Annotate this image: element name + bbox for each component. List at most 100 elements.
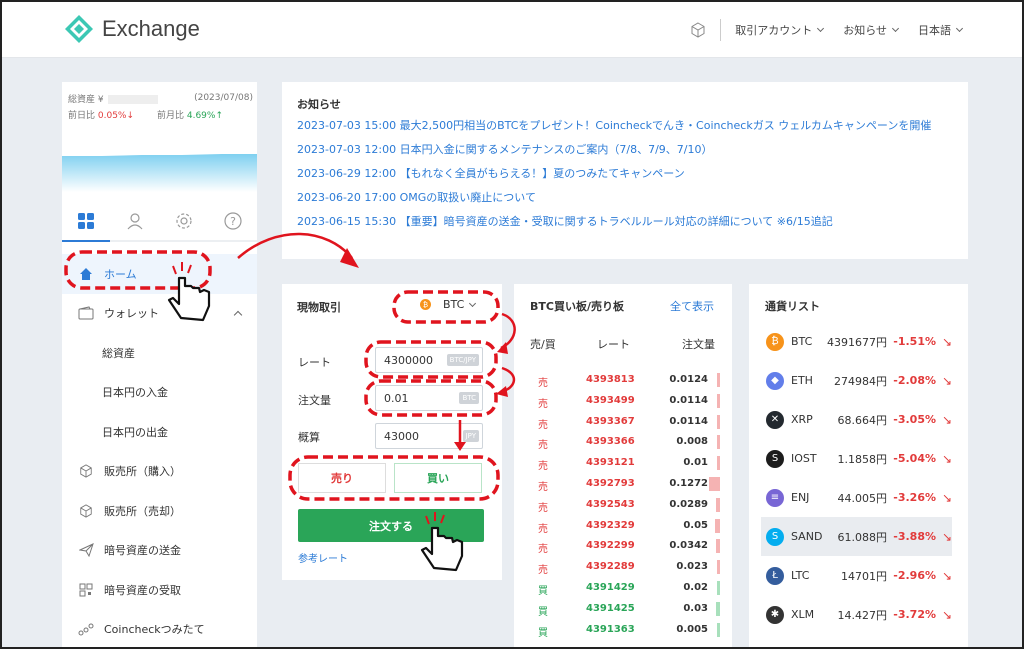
depth-bar	[717, 456, 720, 471]
trend-down-icon: ↘	[941, 412, 952, 427]
news-link[interactable]: 2023-06-15 15:30 【重要】暗号資産の送金・受取に関するトラベルル…	[297, 215, 953, 228]
order-book-row[interactable]: 売 4393813 0.0124	[514, 370, 732, 391]
order-book-row[interactable]: 売 4393499 0.0114	[514, 391, 732, 412]
chevron-up-icon[interactable]	[233, 311, 243, 320]
order-qty: 0.03	[683, 602, 708, 614]
order-rate: 4392299	[586, 540, 635, 552]
rate-input[interactable]: 4300000 BTC/JPY	[375, 347, 483, 373]
arrow-rate-to-amount	[500, 366, 516, 394]
coin-symbol: LTC	[791, 569, 810, 582]
arrow-select-to-rate	[500, 312, 516, 350]
order-qty: 0.0114	[669, 415, 708, 427]
sidebar-item-tsumitate[interactable]: Coincheckつみたて	[62, 610, 257, 648]
order-qty: 0.01	[683, 457, 708, 469]
coin-row-ltc[interactable]: Ł LTC 14701円 -2.96% ↘	[749, 556, 968, 595]
order-qty: 0.0124	[669, 374, 708, 385]
news-link[interactable]: 2023-07-03 12:00 日本円入金に関するメンテナンスのご案内（7/8…	[297, 143, 953, 156]
tab-indicator	[62, 240, 257, 242]
order-book-row[interactable]: 売 4393366 0.008	[514, 432, 732, 453]
depth-bar	[717, 560, 720, 575]
sidebar-item-home[interactable]: ホーム	[62, 254, 257, 294]
trend-down-icon: ↘	[941, 451, 952, 466]
ltc-icon: Ł	[766, 566, 784, 585]
depth-bar	[717, 373, 720, 387]
order-book-row[interactable]: 売 4393121 0.01	[514, 453, 732, 474]
cube-icon[interactable]	[690, 22, 706, 38]
amount-input[interactable]: 0.01 BTC	[375, 385, 483, 411]
coin-price: 274984円	[834, 374, 887, 388]
order-book-row[interactable]: 売 4393367 0.0114	[514, 412, 732, 433]
order-side: 売	[538, 378, 548, 389]
sidebar-item-jpy-deposit[interactable]: 日本円の入金	[62, 373, 257, 413]
nav-news[interactable]: お知らせ	[843, 22, 900, 38]
order-book-row[interactable]: 買 4391429 0.02	[514, 578, 732, 599]
show-all-link[interactable]: 全て表示	[670, 298, 714, 314]
home-icon	[80, 267, 92, 280]
order-book-rows: 売 4393813 0.0124 売 4393499 0.0114 売 4393367 0.01…	[514, 370, 732, 640]
order-rate: 4392793	[586, 477, 635, 489]
asset-chart	[62, 154, 257, 192]
coin-price: 44.005円	[837, 491, 888, 505]
order-rate: 4391425	[586, 602, 635, 614]
tab-dashboard[interactable]	[62, 206, 111, 236]
sidebar-item-crypto-send[interactable]: 暗号資産の送金	[62, 531, 257, 571]
nav-trade-account[interactable]: 取引アカウント	[735, 22, 825, 38]
depth-bar	[717, 393, 720, 408]
tab-settings[interactable]	[160, 206, 209, 236]
order-qty: 0.1272	[669, 477, 708, 489]
rate-unit: BTC/JPY	[446, 354, 479, 366]
buy-button[interactable]: 買い	[394, 463, 482, 493]
order-book-row[interactable]: 売 4392289 0.023	[514, 557, 732, 578]
sidebar-item-shop-buy[interactable]: 販売所（購入）	[62, 452, 257, 492]
coin-price: 68.664円	[837, 413, 888, 427]
news-link[interactable]: 2023-06-29 12:00 【もれなく全員がもらえる！】夏のつみたてキャン…	[297, 167, 953, 180]
coin-row-sand[interactable]: S SAND 61.088円 -3.88% ↘	[761, 517, 952, 556]
tab-user[interactable]	[111, 206, 160, 236]
enj-icon: ≡	[766, 488, 784, 507]
coin-row-eth[interactable]: ◆ ETH 274984円 -2.08% ↘	[749, 361, 968, 400]
column-header-rate: レート	[597, 338, 630, 351]
sidebar-item-crypto-receive[interactable]: 暗号資産の受取	[62, 570, 257, 610]
divider	[720, 19, 722, 41]
sidebar-item-total-assets[interactable]: 総資産	[62, 333, 257, 373]
sidebar-item-shop-sell[interactable]: 販売所（売却）	[62, 491, 257, 531]
coin-row-iost[interactable]: S IOST 1.1858円 -5.04% ↘	[749, 439, 968, 478]
cube-icon	[80, 464, 92, 478]
tab-help[interactable]: ?	[208, 206, 257, 236]
order-book-row[interactable]: 売 4392329 0.05	[514, 516, 732, 537]
sell-button[interactable]: 売り	[298, 463, 386, 493]
news-link[interactable]: 2023-06-20 17:00 OMGの取扱い廃止について	[297, 191, 953, 204]
coin-list-rows: ₿ BTC 4391677円 -1.51% ↘ ◆ ETH 274984円 -2.08% ↘ ✕ XR…	[749, 322, 968, 634]
order-qty: 0.005	[676, 623, 708, 635]
coin-select[interactable]: ₿ BTC	[420, 298, 477, 311]
column-header-side: 売/買	[530, 338, 556, 351]
order-button[interactable]: 注文する	[298, 509, 484, 542]
order-qty: 0.023	[676, 561, 708, 573]
order-book-row[interactable]: 買 4391363 0.005	[514, 620, 732, 641]
coin-row-enj[interactable]: ≡ ENJ 44.005円 -3.26% ↘	[749, 478, 968, 517]
estimate-field: 43000 JPY	[375, 423, 483, 449]
coin-price: 14701円	[841, 569, 887, 583]
reference-rate-link[interactable]: 参考レート	[298, 550, 348, 565]
order-book-row[interactable]: 買 4391425 0.03	[514, 599, 732, 620]
order-book-row[interactable]: 売 4392793 0.1272	[514, 474, 732, 495]
news-link[interactable]: 2023-07-03 15:00 最大2,500円相当のBTCをプレゼント！Co…	[297, 119, 953, 132]
nav-language[interactable]: 日本語	[918, 22, 964, 38]
order-book-row[interactable]: 売 4392299 0.0342	[514, 536, 732, 557]
logo-text: Exchange	[102, 16, 200, 41]
order-book-row[interactable]: 売 4392543 0.0289	[514, 495, 732, 516]
sidebar-item-jpy-withdraw[interactable]: 日本円の出金	[62, 412, 257, 452]
coin-row-xrp[interactable]: ✕ XRP 68.664円 -3.05% ↘	[749, 400, 968, 439]
order-side: 売	[538, 523, 548, 535]
logo[interactable]: Exchange	[64, 14, 200, 44]
sidebar-item-wallet[interactable]: ウォレット	[62, 294, 257, 334]
coin-price: 1.1858円	[837, 452, 888, 466]
order-rate: 4392329	[586, 519, 635, 531]
order-side: 買	[538, 606, 548, 618]
news-panel: お知らせ 2023-07-03 15:00 最大2,500円相当のBTCをプレゼ…	[282, 82, 968, 259]
estimate-label: 概算	[298, 431, 320, 444]
coin-change: -3.26%	[893, 491, 936, 504]
coin-row-xlm[interactable]: ✱ XLM 14.427円 -3.72% ↘	[749, 595, 968, 634]
coin-symbol: BTC	[791, 335, 813, 348]
coin-row-btc[interactable]: ₿ BTC 4391677円 -1.51% ↘	[749, 322, 968, 361]
